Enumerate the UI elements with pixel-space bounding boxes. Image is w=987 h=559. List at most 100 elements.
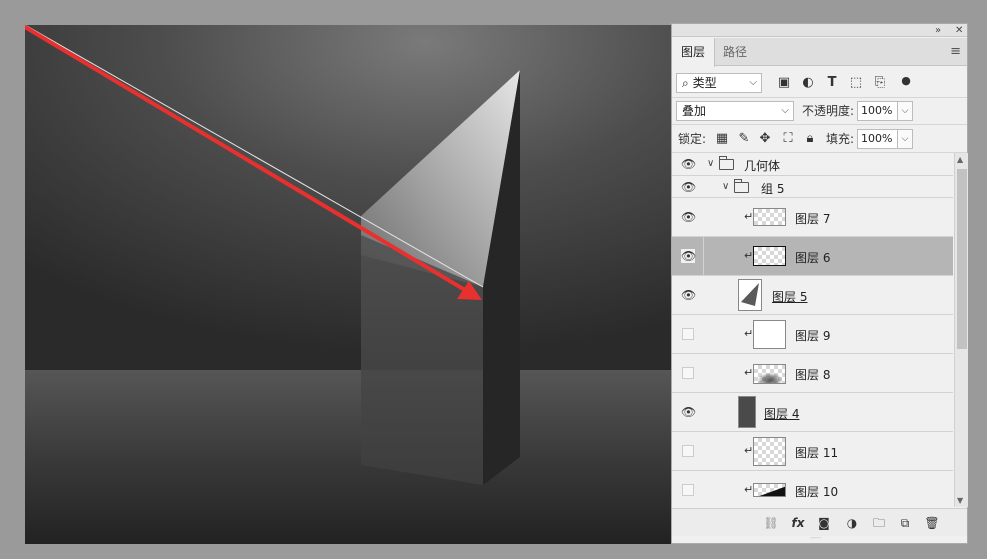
lock-row: 锁定: ▦ ✎ ✥ ⛶ 🔒︎ 填充: 100% ⌵ [672,125,967,153]
clip-arrow-icon: ↵ [744,366,754,379]
panel-footer: ⛓ fx ◙ ◑ 🗀︎ ⧉ 🗑︎ [672,508,967,536]
visibility-toggle-off[interactable] [682,367,694,379]
lock-artboard-icon[interactable]: ⛶ [780,131,796,147]
lock-label: 锁定: [678,132,707,146]
panel-tabs: 图层 路径 ≡ [672,38,967,67]
layer-name: 几何体 [744,159,781,173]
eye-icon[interactable]: 👁︎ [681,210,696,224]
chevron-down-icon: ⌵ [749,77,757,88]
layer-name: 图层 8 [795,368,831,382]
clip-arrow-icon: ↵ [744,249,754,262]
panel-menu-icon[interactable]: ≡ [950,44,961,59]
clip-arrow-icon: ↵ [744,444,754,457]
layer-row-8[interactable]: ↵ 图层 8 [672,354,953,393]
layer-thumbnail [753,246,786,266]
fx-icon[interactable]: fx [789,515,807,531]
eye-icon[interactable]: 👁︎ [681,288,696,302]
filter-row: ⌕ 类型 ⌵ ▣ ◐ T ⬚ ⎘ ● [672,67,967,98]
document-canvas[interactable] [25,25,671,544]
tab-paths[interactable]: 路径 [714,38,756,66]
layer-name: 图层 4 [764,407,800,421]
layer-name: 图层 11 [795,446,839,460]
adjustment-layer-icon[interactable]: ◑ [843,515,861,531]
eye-icon[interactable]: 👁︎ [681,249,696,263]
blend-mode-select[interactable]: 叠加 ⌵ [676,101,794,121]
lock-image-icon[interactable]: ✎ [736,131,752,147]
resize-grip[interactable]: ┈┈┈ [810,536,830,542]
layer-thumbnail [753,208,786,226]
eye-icon[interactable]: 👁︎ [681,157,696,171]
link-layers-icon[interactable]: ⛓ [762,515,780,531]
layer-name: 图层 9 [795,329,831,343]
shape-filter-icon[interactable]: ⬚ [848,75,864,91]
layers-panel: » ✕ 图层 路径 ≡ ⌕ 类型 ⌵ ▣ ◐ T ⬚ ⎘ ● 叠加 ⌵ 不透明度… [671,23,968,544]
new-group-icon[interactable]: 🗀︎ [870,515,888,531]
opacity-input[interactable]: 100% [857,101,898,121]
layer-row-9[interactable]: ↵ 图层 9 [672,315,953,354]
layer-thumbnail [753,437,786,466]
layer-row-7[interactable]: 👁︎ ↵ 图层 7 [672,198,953,237]
layer-row-6[interactable]: 👁︎ ↵ 图层 6 [672,237,953,276]
layer-thumbnail [738,279,762,311]
scroll-down-icon[interactable]: ▼ [957,496,963,505]
filter-toggle-icon[interactable]: ● [898,73,914,89]
layer-name: 组 5 [761,182,785,196]
layer-name: 图层 10 [795,485,839,499]
canvas-artwork [25,25,671,544]
photoshop-workspace: » ✕ 图层 路径 ≡ ⌕ 类型 ⌵ ▣ ◐ T ⬚ ⎘ ● 叠加 ⌵ 不透明度… [0,0,987,559]
layer-row-group-geometry[interactable]: 👁︎ ∨ 几何体 [672,153,953,176]
visibility-toggle-off[interactable] [682,484,694,496]
layer-name: 图层 5 [772,290,808,304]
clip-arrow-icon: ↵ [744,327,754,340]
chevron-down-icon[interactable]: ∨ [707,158,714,169]
layer-row-4[interactable]: 👁︎ 图层 4 [672,393,953,432]
fill-input[interactable]: 100% [857,129,898,149]
lock-position-icon[interactable]: ✥ [757,131,773,147]
add-mask-icon[interactable]: ◙ [815,515,833,531]
opacity-dropdown-button[interactable]: ⌵ [897,101,913,121]
layer-thumbnail [753,364,786,384]
visibility-toggle-off[interactable] [682,445,694,457]
eye-separator [703,237,704,275]
layer-row-5[interactable]: 👁︎ 图层 5 [672,276,953,315]
layers-scrollbar[interactable]: ▲ ▼ [954,153,968,507]
layer-row-10[interactable]: ↵ 图层 10 [672,471,953,507]
search-icon: ⌕ [682,76,689,90]
layer-row-11[interactable]: ↵ 图层 11 [672,432,953,471]
trash-icon[interactable]: 🗑︎ [923,515,941,531]
eye-icon[interactable]: 👁︎ [681,180,696,194]
layer-row-group-5[interactable]: 👁︎ ∨ 组 5 [672,176,953,198]
smart-object-filter-icon[interactable]: ⎘ [872,75,888,91]
double-chevron-right-icon[interactable]: » [935,24,941,37]
eye-icon[interactable]: 👁︎ [681,405,696,419]
layer-thumbnail [753,320,786,349]
layers-list: 👁︎ ∨ 几何体 👁︎ ∨ 组 5 👁︎ ↵ 图层 7 👁︎ ↵ 图层 6 👁︎… [672,153,953,507]
panel-title-strip: » ✕ [672,24,967,37]
tab-layers[interactable]: 图层 [672,38,716,67]
folder-icon [734,179,749,193]
clip-arrow-icon: ↵ [744,483,754,496]
new-layer-icon[interactable]: ⧉ [896,515,914,531]
layer-thumbnail [753,483,786,497]
chevron-down-icon: ⌵ [781,105,789,116]
chevron-down-icon[interactable]: ∨ [722,181,729,192]
opacity-label: 不透明度: [802,104,855,118]
fill-dropdown-button[interactable]: ⌵ [897,129,913,149]
type-filter-icon[interactable]: T [824,75,840,91]
scroll-up-icon[interactable]: ▲ [957,155,963,164]
scrollbar-thumb[interactable] [957,169,967,349]
filter-kind-select[interactable]: ⌕ 类型 ⌵ [676,73,762,93]
close-icon[interactable]: ✕ [955,24,963,37]
layer-name: 图层 6 [795,251,831,265]
fill-label: 填充: [826,132,855,146]
layer-thumbnail [738,396,756,428]
visibility-toggle-off[interactable] [682,328,694,340]
blend-row: 叠加 ⌵ 不透明度: 100% ⌵ [672,98,967,125]
layer-name: 图层 7 [795,212,831,226]
filter-kind-label: 类型 [692,76,717,90]
blend-mode-value: 叠加 [682,104,707,118]
image-filter-icon[interactable]: ▣ [776,75,792,91]
lock-all-icon[interactable]: 🔒︎ [802,131,818,147]
adjustment-filter-icon[interactable]: ◐ [800,75,816,91]
lock-transparent-icon[interactable]: ▦ [714,131,730,147]
